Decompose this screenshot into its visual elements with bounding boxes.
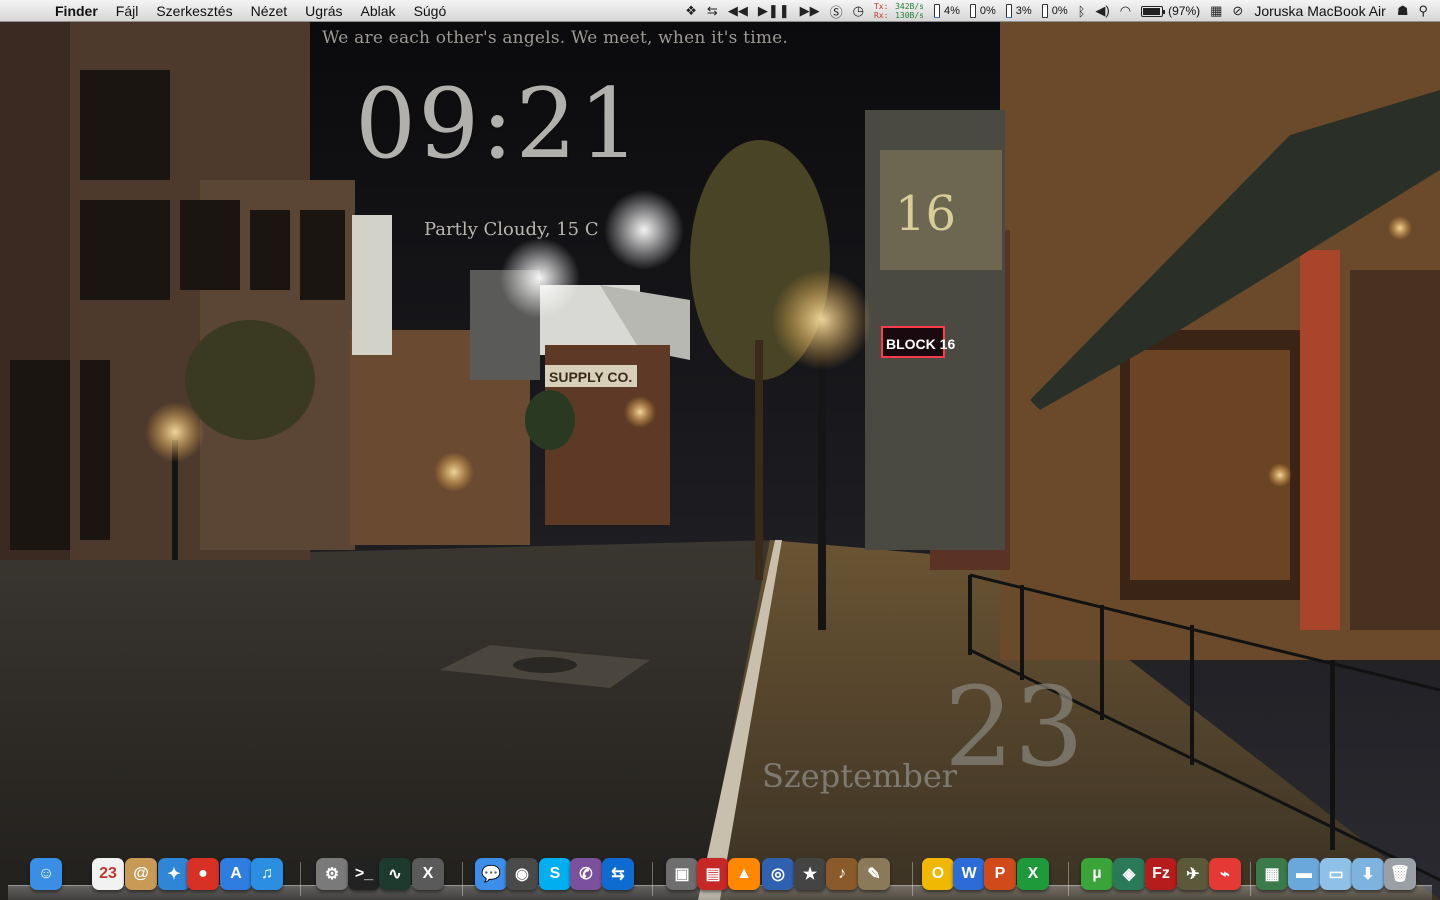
gimp-icon[interactable]: ✎ <box>858 858 890 890</box>
photo-booth-icon[interactable]: ▤ <box>697 858 729 890</box>
activity-monitor-icon[interactable]: ∿ <box>379 858 411 890</box>
office-outlook-icon[interactable]: O <box>922 858 954 890</box>
rx-value: 130B/s <box>895 11 924 20</box>
downloads-stack-icon[interactable]: ⬇ <box>1352 858 1384 890</box>
menu-view[interactable]: Nézet <box>242 0 297 22</box>
office-powerpoint-icon[interactable]: P <box>984 858 1016 890</box>
svg-text:SUPPLY CO.: SUPPLY CO. <box>549 369 632 385</box>
meter-value: 0% <box>979 5 996 17</box>
wifi-icon[interactable]: ◠ <box>1120 3 1131 19</box>
desktop-wallpaper: 16 BLOCK 16 SUPPLY CO. <box>0 0 1440 900</box>
menu-edit[interactable]: Szerkesztés <box>147 0 241 22</box>
battery-icon <box>1141 5 1166 17</box>
viber-icon[interactable]: ✆ <box>570 858 602 890</box>
dropbox-icon[interactable]: ❖ <box>685 3 697 19</box>
pdf-reader-icon[interactable]: ⌁ <box>1209 858 1241 890</box>
cpu-meter[interactable]: 4% <box>933 4 960 18</box>
meter-bar <box>933 4 940 18</box>
meter-bar <box>1005 4 1012 18</box>
messages-icon[interactable]: 💬 <box>475 858 507 890</box>
menu-go[interactable]: Ugrás <box>296 0 351 22</box>
system-tool-icon[interactable]: ✈ <box>1177 858 1209 890</box>
machine-name[interactable]: Joruska MacBook Air <box>1254 3 1386 19</box>
calendar-icon[interactable]: ▦ <box>1210 3 1222 19</box>
terminal-icon[interactable]: >_ <box>348 858 380 890</box>
dock-separator <box>1068 862 1069 896</box>
documents-folder-icon[interactable]: ▭ <box>1320 858 1352 890</box>
meter-value: 0% <box>1051 5 1068 17</box>
rx-label: Rx: <box>873 11 889 20</box>
meter-bar <box>1041 4 1048 18</box>
vlc-icon[interactable]: ▲ <box>728 858 760 890</box>
spotlight-icon[interactable]: ⚲ <box>1418 3 1428 19</box>
date-month: Szeptember <box>762 757 958 795</box>
skype-icon[interactable]: S <box>539 858 571 890</box>
rewind-icon[interactable]: ◀◀ <box>728 3 748 19</box>
dock-separator <box>462 862 463 896</box>
forward-icon[interactable]: ▶▶ <box>800 3 820 19</box>
app-store-icon[interactable]: A <box>220 858 252 890</box>
svg-text:BLOCK 16: BLOCK 16 <box>886 336 955 352</box>
osx-x-icon[interactable]: X <box>412 858 444 890</box>
calendar-icon[interactable]: 23 <box>92 858 124 890</box>
automator-icon[interactable]: ⚙ <box>316 858 348 890</box>
office-word-icon[interactable]: W <box>953 858 985 890</box>
address-book-icon[interactable]: @ <box>125 858 157 890</box>
teamviewer-icon[interactable]: ⇆ <box>602 858 634 890</box>
battery-fill <box>1143 7 1161 15</box>
garageband-icon[interactable]: ♪ <box>826 858 858 890</box>
meter-value: 4% <box>943 5 960 17</box>
battery-status[interactable]: (97%) <box>1141 4 1200 18</box>
svg-text:16: 16 <box>895 186 956 242</box>
clock-widget: 09:21 <box>355 68 642 180</box>
date-day: 23 <box>944 663 1084 791</box>
street-scene-image: 16 BLOCK 16 SUPPLY CO. <box>0 0 1440 900</box>
utorrent-icon[interactable]: µ <box>1081 858 1113 890</box>
weather-widget: Partly Cloudy, 15 C <box>424 219 599 240</box>
user-icon[interactable]: ☗ <box>1397 3 1409 19</box>
tx-value: 342B/s <box>895 2 924 11</box>
teamviewer-icon[interactable]: ⇆ <box>707 3 718 19</box>
menu-file[interactable]: Fájl <box>107 0 148 22</box>
cyberduck-icon[interactable]: ◈ <box>1113 858 1145 890</box>
gpu-meter[interactable]: 0% <box>1041 4 1068 18</box>
trash-icon[interactable]: 🗑 <box>1384 858 1416 890</box>
iphoto-icon[interactable]: ▣ <box>666 858 698 890</box>
dock-separator <box>1250 862 1251 896</box>
itunes-icon[interactable]: ♫ <box>251 858 283 890</box>
meter-bar <box>969 4 976 18</box>
folder-icon[interactable]: ▬ <box>1288 858 1320 890</box>
image-preview-icon[interactable]: ▦ <box>1256 858 1288 890</box>
filezilla-icon[interactable]: Fz <box>1145 858 1177 890</box>
network-monitor[interactable]: Tx: 342B/s Rx: 130B/s <box>874 2 924 20</box>
menu-app-finder[interactable]: Finder <box>46 0 107 22</box>
tx-label: Tx: <box>873 2 889 11</box>
time-machine-icon[interactable]: ◷ <box>853 3 864 19</box>
meter-value: 3% <box>1015 5 1032 17</box>
dvd-player-icon[interactable]: ◎ <box>762 858 794 890</box>
imovie-icon[interactable]: ★ <box>794 858 826 890</box>
safari-icon[interactable]: ✦ <box>158 858 190 890</box>
volume-icon[interactable]: ◀) <box>1095 3 1109 19</box>
dock-separator <box>912 862 913 896</box>
skype-status-icon[interactable]: Ⓢ <box>830 2 843 21</box>
do-not-disturb-icon[interactable]: ⊘ <box>1232 3 1243 19</box>
office-excel-icon[interactable]: X <box>1017 858 1049 890</box>
chrome-icon[interactable]: ● <box>187 858 219 890</box>
disk-meter[interactable]: 3% <box>1005 4 1032 18</box>
menu-bar: Finder Fájl Szerkesztés Nézet Ugrás Abla… <box>0 0 1440 22</box>
quote-widget: We are each other's angels. We meet, whe… <box>322 28 789 48</box>
battery-percent: (97%) <box>1168 4 1201 18</box>
menu-help[interactable]: Súgó <box>405 0 456 22</box>
facetime-icon[interactable]: ◉ <box>506 858 538 890</box>
dock-separator <box>300 862 301 896</box>
bluetooth-icon[interactable]: ᛒ <box>1078 4 1086 19</box>
menu-window[interactable]: Ablak <box>352 0 405 22</box>
play-pause-icon[interactable]: ▶❚❚ <box>758 3 790 19</box>
memory-meter[interactable]: 0% <box>969 4 996 18</box>
dock: ☺ 23 @ ✦ ● A ♫ ⚙ >_ ∿ X 💬 ◉ S ✆ ⇆ ▣ ▤ ▲ ◎ ★ ♪ ✎ O W P Xµ ◈ Fz ✈ ⌁ ▦ ▬ ▭ ⬇ 🗑 <box>0 852 1440 900</box>
dock-separator <box>652 862 653 896</box>
finder-icon[interactable]: ☺ <box>30 858 62 890</box>
status-area: ❖ ⇆ ◀◀ ▶❚❚ ▶▶ Ⓢ ◷ Tx: 342B/s Rx: 130B/s 4%… <box>680 0 1440 22</box>
